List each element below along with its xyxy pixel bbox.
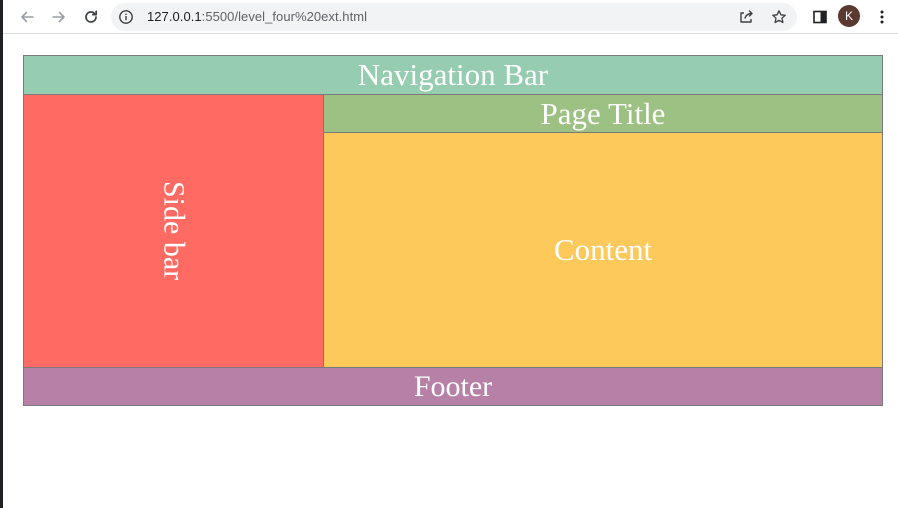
side-bar: Side bar (23, 94, 324, 368)
navigation-bar: Navigation Bar (23, 55, 883, 95)
three-dot-menu-icon (880, 10, 884, 24)
browser-toolbar: 127.0.0.1:5500/level_four%20ext.html K (3, 0, 898, 34)
share-icon[interactable] (737, 8, 755, 26)
reload-button[interactable] (79, 5, 103, 29)
side-panel-button[interactable] (808, 5, 832, 29)
browser-window: 127.0.0.1:5500/level_four%20ext.html K N… (0, 0, 898, 508)
page-title-label: Page Title (540, 95, 666, 131)
page-layout-grid: Navigation Bar Side bar Page Title Conte… (23, 55, 883, 406)
arrow-right-icon (52, 11, 65, 23)
arrow-left-icon (21, 11, 34, 23)
footer-label: Footer (413, 369, 493, 403)
url-path: :5500/level_four%20ext.html (201, 9, 368, 24)
avatar-initial: K (844, 9, 853, 23)
forward-button[interactable] (47, 5, 71, 29)
info-icon[interactable] (117, 8, 135, 26)
content-label: Content (553, 232, 653, 267)
url-text[interactable]: 127.0.0.1:5500/level_four%20ext.html (147, 9, 367, 24)
menu-button[interactable] (870, 5, 894, 29)
url-host: 127.0.0.1 (147, 9, 202, 24)
side-bar-label: Side bar (157, 181, 191, 281)
footer: Footer (23, 367, 883, 406)
content-area: Content (323, 132, 883, 368)
back-button[interactable] (15, 5, 39, 29)
address-bar[interactable]: 127.0.0.1:5500/level_four%20ext.html (111, 3, 797, 31)
navigation-bar-label: Navigation Bar (357, 57, 549, 92)
star-icon[interactable] (770, 8, 788, 26)
reload-icon (85, 10, 98, 23)
page-title: Page Title (323, 94, 883, 133)
profile-avatar[interactable]: K (838, 5, 860, 27)
side-panel-icon (813, 10, 827, 24)
